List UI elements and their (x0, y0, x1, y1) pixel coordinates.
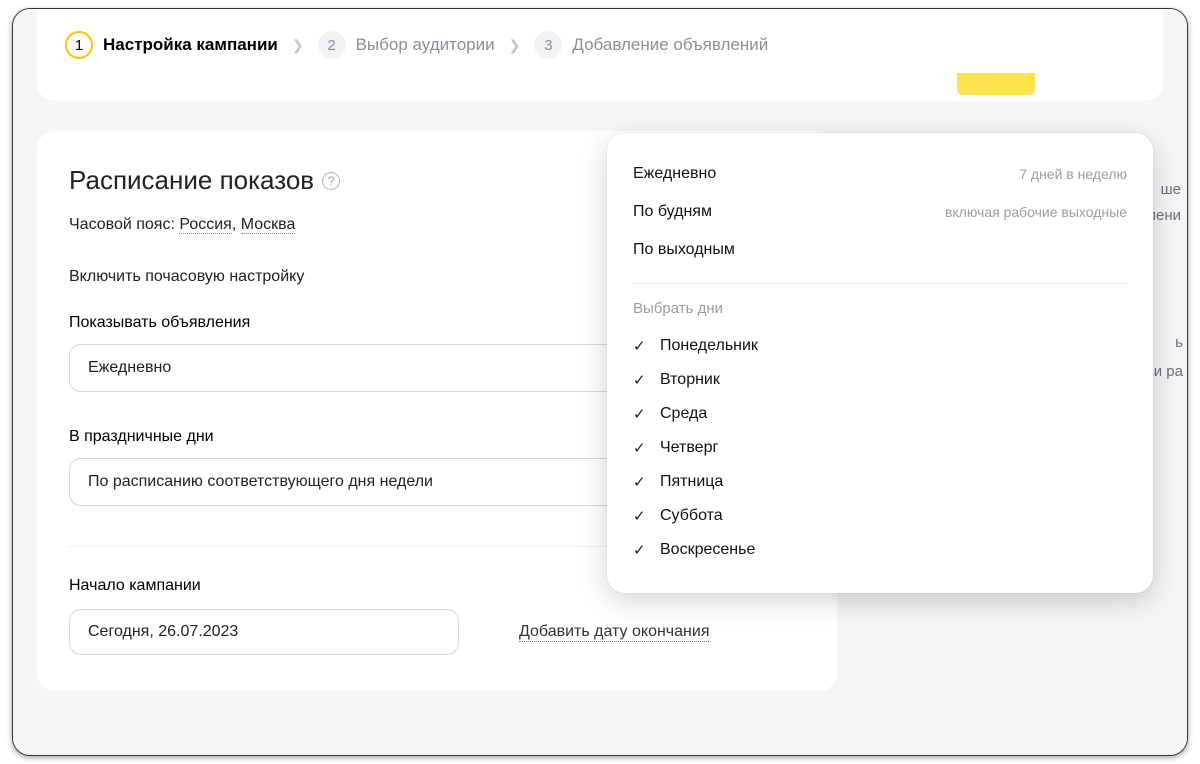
dropdown-option-weekdays[interactable]: По будням включая рабочие выходные (633, 193, 1127, 231)
steps-breadcrumb: 1 Настройка кампании ❯ 2 Выбор аудитории… (37, 9, 1163, 101)
step-3[interactable]: 3 Добавление объявлений (534, 31, 768, 59)
dropdown-option-label: По будням (633, 203, 712, 221)
dropdown-option-hint: включая рабочие выходные (945, 204, 1127, 220)
step-1[interactable]: 1 Настройка кампании (65, 31, 278, 59)
check-icon: ✓ (633, 439, 648, 457)
day-label: Суббота (660, 507, 723, 525)
day-option-thursday[interactable]: ✓ Четверг (633, 431, 1127, 465)
dropdown-option-label: Ежедневно (633, 165, 716, 183)
check-icon: ✓ (633, 337, 648, 355)
check-icon: ✓ (633, 541, 648, 559)
check-icon: ✓ (633, 473, 648, 491)
timezone-country-link[interactable]: Россия (179, 216, 231, 234)
timezone-label: Часовой пояс: (69, 216, 175, 233)
day-label: Пятница (660, 473, 723, 491)
dropdown-option-daily[interactable]: Ежедневно 7 дней в неделю (633, 155, 1127, 193)
show-ads-dropdown: Ежедневно 7 дней в неделю По будням вклю… (607, 133, 1153, 593)
section-title-text: Расписание показов (69, 165, 314, 196)
step-2-label: Выбор аудитории (356, 35, 495, 55)
day-option-wednesday[interactable]: ✓ Среда (633, 397, 1127, 431)
day-option-friday[interactable]: ✓ Пятница (633, 465, 1127, 499)
day-label: Четверг (660, 439, 718, 457)
day-option-saturday[interactable]: ✓ Суббота (633, 499, 1127, 533)
ghost-text: ь (1154, 329, 1183, 358)
step-2[interactable]: 2 Выбор аудитории (318, 31, 495, 59)
campaign-start-date-input[interactable]: Сегодня, 26.07.2023 (69, 609, 459, 655)
dropdown-option-hint: 7 дней в неделю (1019, 166, 1127, 182)
chevron-right-icon: ❯ (292, 37, 304, 54)
help-icon[interactable]: ? (322, 172, 340, 190)
show-ads-value: Ежедневно (88, 359, 171, 377)
check-icon: ✓ (633, 507, 648, 525)
dropdown-option-weekends[interactable]: По выходным (633, 231, 1127, 269)
step-1-label: Настройка кампании (103, 35, 278, 55)
holidays-value: По расписанию соответствующего дня недел… (88, 473, 433, 491)
step-2-number: 2 (318, 31, 346, 59)
day-label: Воскресенье (660, 541, 755, 559)
add-end-date-link[interactable]: Добавить дату окончания (519, 623, 709, 642)
day-option-sunday[interactable]: ✓ Воскресенье (633, 533, 1127, 567)
step-1-number: 1 (65, 31, 93, 59)
day-option-tuesday[interactable]: ✓ Вторник (633, 363, 1127, 397)
chevron-right-icon: ❯ (509, 37, 521, 54)
dropdown-days-subtitle: Выбрать дни (633, 300, 1127, 317)
timezone-city-link[interactable]: Москва (241, 216, 296, 234)
step-3-label: Добавление объявлений (572, 35, 768, 55)
step-3-number: 3 (534, 31, 562, 59)
day-label: Вторник (660, 371, 720, 389)
day-label: Понедельник (660, 337, 758, 355)
dropdown-option-label: По выходным (633, 241, 735, 259)
ghost-text: и ра (1154, 358, 1183, 387)
check-icon: ✓ (633, 371, 648, 389)
day-option-monday[interactable]: ✓ Понедельник (633, 329, 1127, 363)
check-icon: ✓ (633, 405, 648, 423)
day-label: Среда (660, 405, 707, 423)
dropdown-separator (633, 283, 1127, 284)
